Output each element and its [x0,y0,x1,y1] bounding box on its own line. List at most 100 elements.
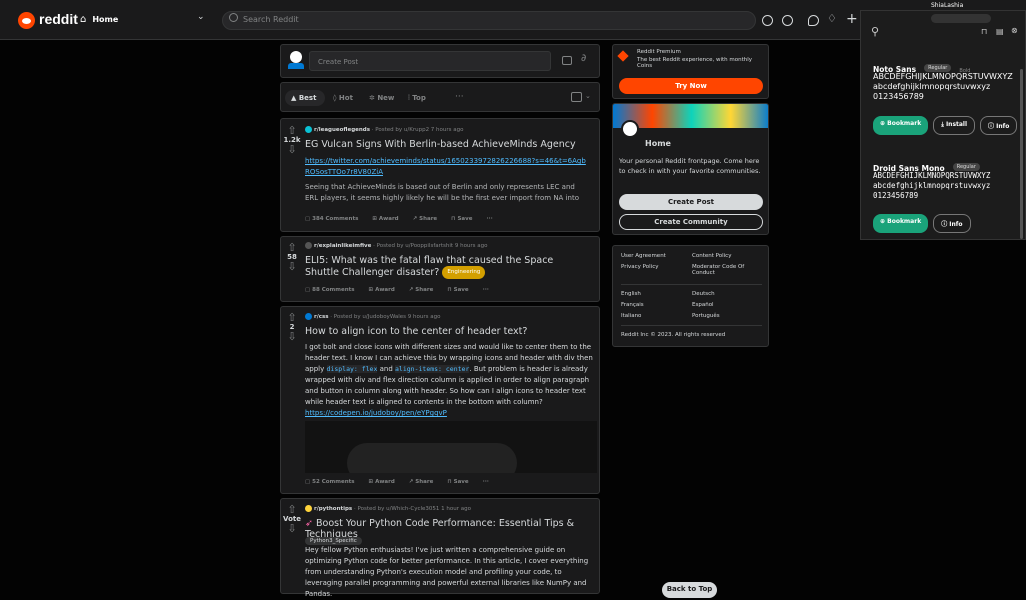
chevron-down-icon[interactable]: ⌄ [585,92,591,100]
sort-hot[interactable]: ◊ Hot [333,94,353,102]
font-actions: ⊕ Bookmark ⤓ Install ⓘ Info [873,116,1018,135]
footer-link[interactable]: Privacy Policy [621,264,658,270]
share-button[interactable]: ↗ Share [409,287,434,293]
create-community-button[interactable]: Create Community [619,214,763,230]
reddit-logo-icon[interactable] [18,12,35,29]
post-card[interactable]: ⇧ 1.2k ⇩ r/leagueoflegends · Posted by u… [280,118,600,232]
sort-best[interactable]: ▲ Best [285,90,325,106]
code-snippet: align-items: center [395,365,470,373]
share-button[interactable]: ↗ Share [409,479,434,485]
more-options-icon[interactable]: ··· [486,216,492,222]
post-body: Hey fellow Python enthusiasts! I've just… [305,546,589,598]
subreddit-link[interactable]: r/explainlikeimfive [314,243,371,249]
sort-top[interactable]: ⫶ Top [408,94,426,103]
more-options-icon[interactable]: ··· [483,479,489,485]
downvote-icon[interactable]: ⇩ [281,331,303,342]
footer-link[interactable]: User Agreement [621,253,666,259]
search-icon [229,13,238,22]
post-link[interactable]: https://twitter.com/achieveminds/status/… [305,156,590,178]
post-flair[interactable]: Engineering [442,266,486,279]
chevron-down-icon[interactable]: ⌄ [197,12,205,22]
share-button[interactable]: ↗ Share [413,216,438,222]
post-title[interactable]: EG Vulcan Signs With Berlin-based Achiev… [305,139,595,150]
comments-button[interactable]: ▢ 52 Comments [305,479,355,485]
list-icon[interactable]: ▤ [996,27,1004,36]
rocket-icon: ▲ [291,94,299,102]
footer-link[interactable]: Moderator Code Of Conduct [692,264,762,276]
post-card[interactable]: ⇧ 2 ⇩ r/css · Posted by u/JudoboyWales 9… [280,306,600,494]
language-link[interactable]: Italiano [621,313,641,319]
upvote-icon[interactable]: ⇧ [281,312,303,323]
create-post-input[interactable]: Create Post [309,51,551,71]
rocket-icon: ➶ [305,518,316,529]
post-card[interactable]: ⇧ 58 ⇩ r/explainlikeimfive · Posted by u… [280,236,600,302]
info-button[interactable]: ⓘ Info [980,116,1018,135]
shield-icon [617,50,629,62]
home-card: Home Your personal Reddit frontpage. Com… [612,103,769,235]
sort-new[interactable]: ✲ New [369,94,394,102]
chat-icon[interactable] [808,15,819,26]
save-button[interactable]: ⊓ Save [451,216,472,222]
avatar[interactable] [287,49,305,71]
plus-icon[interactable]: + [846,11,858,27]
settings-icon[interactable]: ⊗ [1011,26,1018,35]
bookmark-button[interactable]: ⊕ Bookmark [873,116,929,135]
subreddit-link[interactable]: r/pythontips [314,506,352,512]
bookmark-button[interactable]: ⊕ Bookmark [873,214,929,233]
popular-icon[interactable] [762,15,773,26]
language-link[interactable]: English [621,291,641,297]
post-card[interactable]: ⇧ Vote ⇩ r/pythontips · Posted by u/Whic… [280,498,600,598]
media-preview-shape [347,443,517,473]
language-link[interactable]: Français [621,302,644,308]
award-button[interactable]: ⊞ Award [369,287,395,293]
language-link[interactable]: Español [692,302,714,308]
upvote-icon[interactable]: ⇧ [281,125,303,136]
create-post-button[interactable]: Create Post [619,194,763,210]
bookmark-icon[interactable]: ⊓ [981,27,987,36]
subreddit-link[interactable]: r/leagueoflegends [314,127,370,133]
search-input[interactable]: Search Reddit [222,11,756,30]
more-options-icon[interactable]: ··· [483,287,489,293]
post-title[interactable]: How to align icon to the center of heade… [305,326,595,337]
try-now-button[interactable]: Try Now [619,78,763,94]
upvote-icon[interactable]: ⇧ [281,504,303,515]
language-link[interactable]: Deutsch [692,291,715,297]
view-mode-icon[interactable] [571,92,582,102]
upvote-icon[interactable]: ⇧ [281,242,303,253]
save-button[interactable]: ⊓ Save [447,479,468,485]
embedded-media[interactable] [305,421,597,473]
comments-button[interactable]: ▢ 384 Comments [305,216,358,222]
comments-button[interactable]: ▢ 88 Comments [305,287,355,293]
info-button[interactable]: ⓘ Info [933,214,971,233]
link-icon[interactable]: ∂ [581,53,586,64]
post-meta: r/pythontips · Posted by u/Which-Cycle30… [305,505,471,512]
footer-link[interactable]: Content Policy [692,253,731,259]
style-pill[interactable]: Regular [952,162,980,171]
font-actions: ⊕ Bookmark ⓘ Info [873,214,971,233]
coins-icon[interactable] [782,15,793,26]
language-link[interactable]: Português [692,313,720,319]
notification-icon[interactable]: ♢ [827,12,837,25]
post-title[interactable]: ELI5: What was the fatal flaw that cause… [305,255,575,279]
back-to-top-button[interactable]: Back to Top [662,582,717,598]
sort-more-button[interactable]: ··· [455,92,464,102]
font-sample: ABCDEFGHIJKLMNOPQRSTUVWXYZ abcdefghijklm… [873,171,991,200]
install-button[interactable]: ⤓ Install [933,116,976,135]
home-dropdown[interactable]: ⌂ Home [80,14,118,25]
image-icon[interactable] [562,56,572,65]
downvote-icon[interactable]: ⇩ [281,144,303,155]
save-button[interactable]: ⊓ Save [447,287,468,293]
user-name[interactable]: ShiaLashia [931,2,963,9]
style-pill[interactable]: Regular [924,63,952,72]
home-icon: ⌂ [80,14,87,25]
reddit-wordmark[interactable]: reddit [39,11,78,27]
post-link[interactable]: https://codepen.io/judoboy/pen/eYPgqvP [305,409,447,417]
subreddit-link[interactable]: r/css [314,314,329,320]
downvote-icon[interactable]: ⇩ [281,523,303,534]
scrollbar[interactable] [1020,69,1023,239]
subreddit-icon [305,242,312,249]
award-button[interactable]: ⊞ Award [369,479,395,485]
vote-column: ⇧ Vote ⇩ [281,504,303,534]
award-button[interactable]: ⊞ Award [372,216,398,222]
downvote-icon[interactable]: ⇩ [281,261,303,272]
